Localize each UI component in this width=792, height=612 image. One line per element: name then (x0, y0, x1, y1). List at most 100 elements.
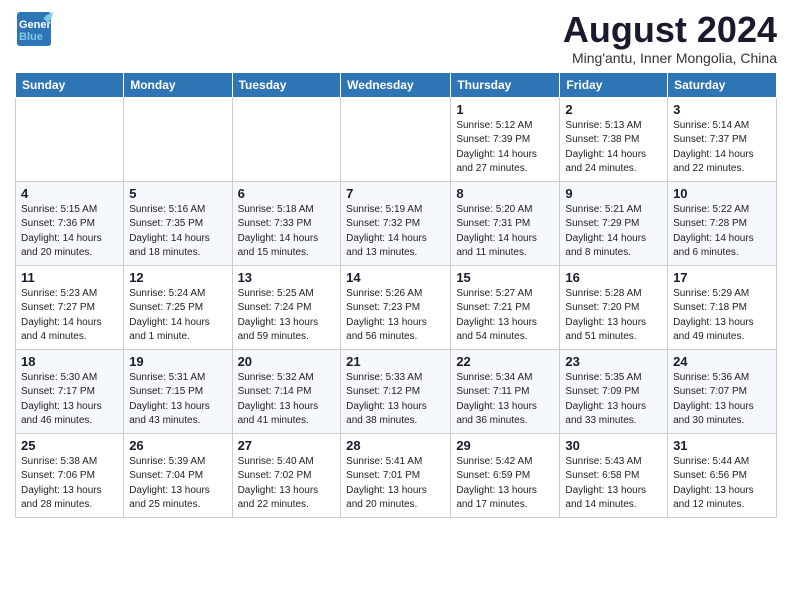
weekday-header-monday: Monday (124, 72, 232, 97)
calendar-cell: 19Sunrise: 5:31 AM Sunset: 7:15 PM Dayli… (124, 349, 232, 433)
weekday-header-row: SundayMondayTuesdayWednesdayThursdayFrid… (16, 72, 777, 97)
day-info: Sunrise: 5:33 AM Sunset: 7:12 PM Dayligh… (346, 371, 445, 429)
day-info: Sunrise: 5:44 AM Sunset: 6:56 PM Dayligh… (673, 455, 771, 513)
page-header: General Blue August 2024 Ming'antu, Inne… (15, 10, 777, 66)
calendar-cell: 5 Sunrise: 5:16 AM Sunset: 7:35 PM Daylig… (124, 181, 232, 265)
day-number: 20 (238, 354, 336, 369)
calendar-cell (232, 97, 341, 181)
calendar-cell: 18 Sunrise: 5:30 AM Sunset: 7:17 PM Dayli… (16, 349, 124, 433)
day-number: 28 (346, 438, 445, 453)
title-area: August 2024 Ming'antu, Inner Mongolia, C… (563, 10, 777, 66)
day-info: Sunrise: 5:23 AM Sunset: 7:27 PM Dayligh… (21, 287, 118, 345)
calendar-cell: 17Sunrise: 5:29 AM Sunset: 7:18 PM Dayli… (668, 265, 777, 349)
day-number: 27 (238, 438, 336, 453)
day-number: 7 (346, 186, 445, 201)
calendar-cell: 6 Sunrise: 5:18 AM Sunset: 7:33 PM Daylig… (232, 181, 341, 265)
day-number: 23 (565, 354, 662, 369)
calendar-cell: 30 Sunrise: 5:43 AM Sunset: 6:58 PM Dayli… (560, 433, 668, 517)
day-info: Sunrise: 5:30 AM Sunset: 7:17 PM Dayligh… (21, 371, 118, 429)
calendar-cell: 31 Sunrise: 5:44 AM Sunset: 6:56 PM Dayli… (668, 433, 777, 517)
logo: General Blue (15, 10, 53, 48)
month-year-title: August 2024 (563, 10, 777, 50)
day-number: 14 (346, 270, 445, 285)
day-number: 30 (565, 438, 662, 453)
day-number: 6 (238, 186, 336, 201)
day-info: Sunrise: 5:20 AM Sunset: 7:31 PM Dayligh… (456, 203, 554, 261)
day-info: Sunrise: 5:18 AM Sunset: 7:33 PM Dayligh… (238, 203, 336, 261)
day-info: Sunrise: 5:19 AM Sunset: 7:32 PM Dayligh… (346, 203, 445, 261)
day-info: Sunrise: 5:34 AM Sunset: 7:11 PM Dayligh… (456, 371, 554, 429)
calendar-cell: 16Sunrise: 5:28 AM Sunset: 7:20 PM Dayli… (560, 265, 668, 349)
day-number: 3 (673, 102, 771, 117)
day-info: Sunrise: 5:26 AM Sunset: 7:23 PM Dayligh… (346, 287, 445, 345)
calendar-cell: 8 Sunrise: 5:20 AM Sunset: 7:31 PM Daylig… (451, 181, 560, 265)
day-number: 24 (673, 354, 771, 369)
svg-text:Blue: Blue (19, 31, 43, 43)
weekday-header-saturday: Saturday (668, 72, 777, 97)
calendar-cell: 9 Sunrise: 5:21 AM Sunset: 7:29 PM Daylig… (560, 181, 668, 265)
weekday-header-sunday: Sunday (16, 72, 124, 97)
calendar-cell: 23Sunrise: 5:35 AM Sunset: 7:09 PM Dayli… (560, 349, 668, 433)
day-number: 5 (129, 186, 226, 201)
day-number: 12 (129, 270, 226, 285)
day-info: Sunrise: 5:43 AM Sunset: 6:58 PM Dayligh… (565, 455, 662, 513)
logo-icon: General Blue (15, 10, 53, 48)
calendar-cell: 10Sunrise: 5:22 AM Sunset: 7:28 PM Dayli… (668, 181, 777, 265)
weekday-header-thursday: Thursday (451, 72, 560, 97)
day-number: 26 (129, 438, 226, 453)
day-info: Sunrise: 5:28 AM Sunset: 7:20 PM Dayligh… (565, 287, 662, 345)
day-number: 21 (346, 354, 445, 369)
day-number: 29 (456, 438, 554, 453)
day-info: Sunrise: 5:12 AM Sunset: 7:39 PM Dayligh… (456, 119, 554, 177)
calendar-cell: 21 Sunrise: 5:33 AM Sunset: 7:12 PM Dayli… (341, 349, 451, 433)
calendar-cell: 15 Sunrise: 5:27 AM Sunset: 7:21 PM Dayli… (451, 265, 560, 349)
day-info: Sunrise: 5:32 AM Sunset: 7:14 PM Dayligh… (238, 371, 336, 429)
calendar-table: SundayMondayTuesdayWednesdayThursdayFrid… (15, 72, 777, 518)
calendar-cell: 11 Sunrise: 5:23 AM Sunset: 7:27 PM Dayli… (16, 265, 124, 349)
calendar-cell: 2Sunrise: 5:13 AM Sunset: 7:38 PM Daylig… (560, 97, 668, 181)
day-number: 19 (129, 354, 226, 369)
weekday-header-tuesday: Tuesday (232, 72, 341, 97)
calendar-cell: 7 Sunrise: 5:19 AM Sunset: 7:32 PM Daylig… (341, 181, 451, 265)
day-info: Sunrise: 5:29 AM Sunset: 7:18 PM Dayligh… (673, 287, 771, 345)
day-number: 13 (238, 270, 336, 285)
calendar-week-row: 25 Sunrise: 5:38 AM Sunset: 7:06 PM Dayli… (16, 433, 777, 517)
calendar-cell: 13Sunrise: 5:25 AM Sunset: 7:24 PM Dayli… (232, 265, 341, 349)
calendar-cell (16, 97, 124, 181)
calendar-cell: 14 Sunrise: 5:26 AM Sunset: 7:23 PM Dayli… (341, 265, 451, 349)
day-number: 15 (456, 270, 554, 285)
day-number: 9 (565, 186, 662, 201)
calendar-week-row: 4Sunrise: 5:15 AM Sunset: 7:36 PM Daylig… (16, 181, 777, 265)
calendar-cell: 20 Sunrise: 5:32 AM Sunset: 7:14 PM Dayli… (232, 349, 341, 433)
day-info: Sunrise: 5:38 AM Sunset: 7:06 PM Dayligh… (21, 455, 118, 513)
calendar-cell: 28 Sunrise: 5:41 AM Sunset: 7:01 PM Dayli… (341, 433, 451, 517)
calendar-cell: 26 Sunrise: 5:39 AM Sunset: 7:04 PM Dayli… (124, 433, 232, 517)
day-info: Sunrise: 5:16 AM Sunset: 7:35 PM Dayligh… (129, 203, 226, 261)
calendar-cell (124, 97, 232, 181)
day-info: Sunrise: 5:27 AM Sunset: 7:21 PM Dayligh… (456, 287, 554, 345)
day-info: Sunrise: 5:42 AM Sunset: 6:59 PM Dayligh… (456, 455, 554, 513)
day-number: 31 (673, 438, 771, 453)
day-number: 25 (21, 438, 118, 453)
calendar-cell: 27Sunrise: 5:40 AM Sunset: 7:02 PM Dayli… (232, 433, 341, 517)
day-number: 18 (21, 354, 118, 369)
day-info: Sunrise: 5:36 AM Sunset: 7:07 PM Dayligh… (673, 371, 771, 429)
logo-text: General Blue (15, 10, 53, 48)
day-number: 8 (456, 186, 554, 201)
calendar-cell: 4Sunrise: 5:15 AM Sunset: 7:36 PM Daylig… (16, 181, 124, 265)
location-subtitle: Ming'antu, Inner Mongolia, China (563, 50, 777, 66)
day-info: Sunrise: 5:39 AM Sunset: 7:04 PM Dayligh… (129, 455, 226, 513)
day-number: 1 (456, 102, 554, 117)
calendar-week-row: 1 Sunrise: 5:12 AM Sunset: 7:39 PM Daylig… (16, 97, 777, 181)
calendar-cell: 22Sunrise: 5:34 AM Sunset: 7:11 PM Dayli… (451, 349, 560, 433)
day-info: Sunrise: 5:15 AM Sunset: 7:36 PM Dayligh… (21, 203, 118, 261)
weekday-header-wednesday: Wednesday (341, 72, 451, 97)
weekday-header-friday: Friday (560, 72, 668, 97)
day-info: Sunrise: 5:21 AM Sunset: 7:29 PM Dayligh… (565, 203, 662, 261)
day-number: 2 (565, 102, 662, 117)
calendar-week-row: 18 Sunrise: 5:30 AM Sunset: 7:17 PM Dayli… (16, 349, 777, 433)
day-info: Sunrise: 5:41 AM Sunset: 7:01 PM Dayligh… (346, 455, 445, 513)
day-number: 11 (21, 270, 118, 285)
day-info: Sunrise: 5:24 AM Sunset: 7:25 PM Dayligh… (129, 287, 226, 345)
calendar-cell: 29 Sunrise: 5:42 AM Sunset: 6:59 PM Dayli… (451, 433, 560, 517)
